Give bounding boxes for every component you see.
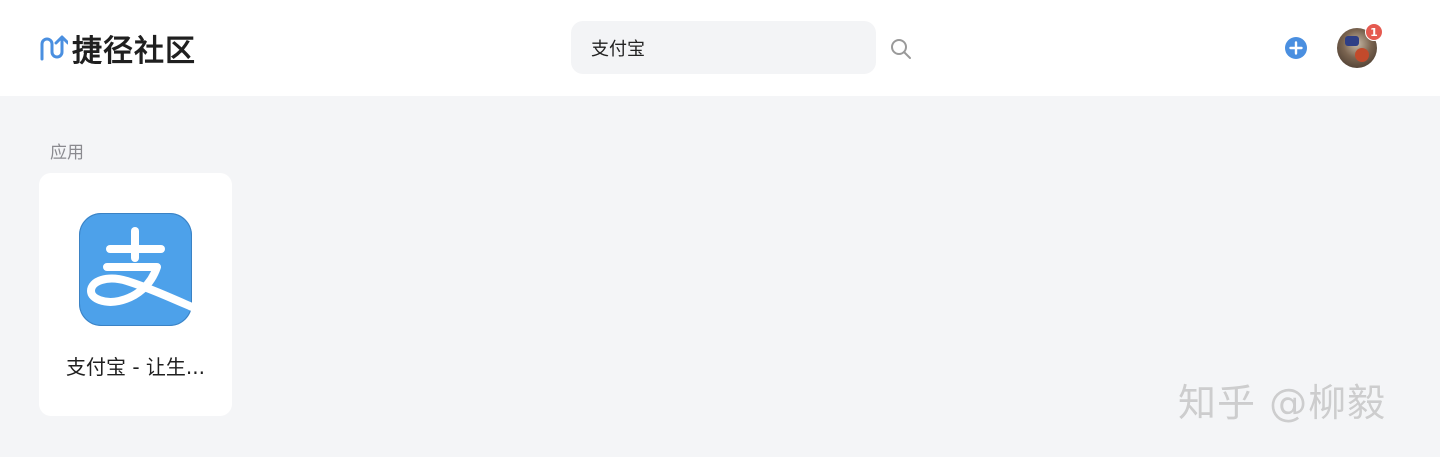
brand-name: 捷径社区 [72, 34, 196, 69]
alipay-icon [79, 213, 192, 326]
shortcut-logo-icon [40, 35, 68, 61]
add-shortcut-icon[interactable] [1284, 36, 1308, 60]
app-name: 支付宝 - 让生... [65, 355, 205, 379]
watermark: 知乎 @柳毅 [1178, 381, 1387, 425]
brand-logo[interactable]: 捷径社区 [38, 30, 196, 69]
avatar-detail [1345, 36, 1359, 46]
search-box[interactable] [571, 21, 876, 74]
avatar-detail [1355, 48, 1369, 62]
search-input[interactable] [591, 32, 851, 63]
section-label-apps: 应用 [50, 143, 84, 163]
app-card[interactable]: 支付宝 - 让生... [39, 173, 232, 416]
search-icon[interactable] [889, 37, 913, 61]
notification-badge[interactable]: 1 [1365, 23, 1383, 41]
top-header: 捷径社区 1 [0, 0, 1440, 96]
